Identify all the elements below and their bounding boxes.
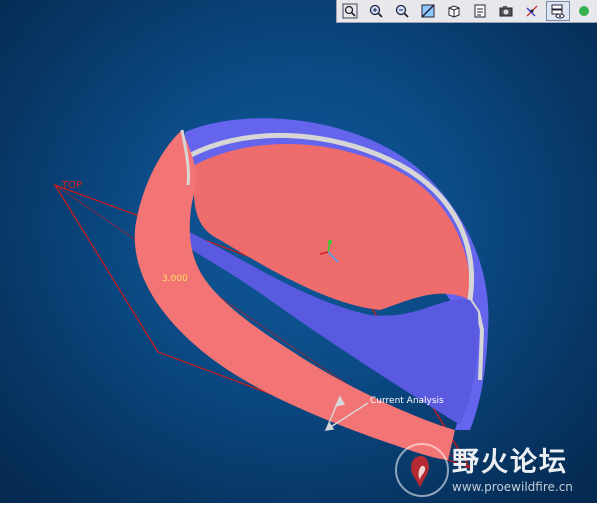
eye-layers-icon [551,4,565,19]
zoom-out-button[interactable] [390,1,414,21]
dimension-value[interactable]: 3.000 [162,274,188,284]
datum-display-button[interactable] [520,1,544,21]
repaint-button[interactable] [416,1,440,21]
watermark: 野火论坛 www.proewildfire.cn [392,432,597,503]
zoom-out-icon [395,4,409,18]
model-scene [53,118,489,470]
view-manager-button[interactable] [468,1,492,21]
cube-icon [448,5,460,18]
zoom-in-icon [369,4,383,18]
analysis-label[interactable]: Current Analysis [370,396,444,406]
extra-button[interactable] [572,1,596,21]
zoom-in-button[interactable] [364,1,388,21]
magnifier-window-icon [342,3,358,19]
datum-label[interactable]: TOP [62,180,82,191]
watermark-title: 野火论坛 [452,447,568,478]
green-circle-icon [579,6,589,16]
clipboard-icon [474,4,486,18]
view-toolbar [336,0,597,23]
saved-views-button[interactable] [442,1,466,21]
cavity-floor-red [193,143,471,310]
camera-icon [499,6,513,17]
repaint-icon [421,4,435,18]
zoom-fit-button[interactable] [338,1,362,21]
watermark-logo-icon [395,443,449,497]
datum-icon [526,5,538,17]
layers-button[interactable] [546,1,570,21]
screenshot-button[interactable] [494,1,518,21]
watermark-url: www.proewildfire.cn [452,480,573,494]
